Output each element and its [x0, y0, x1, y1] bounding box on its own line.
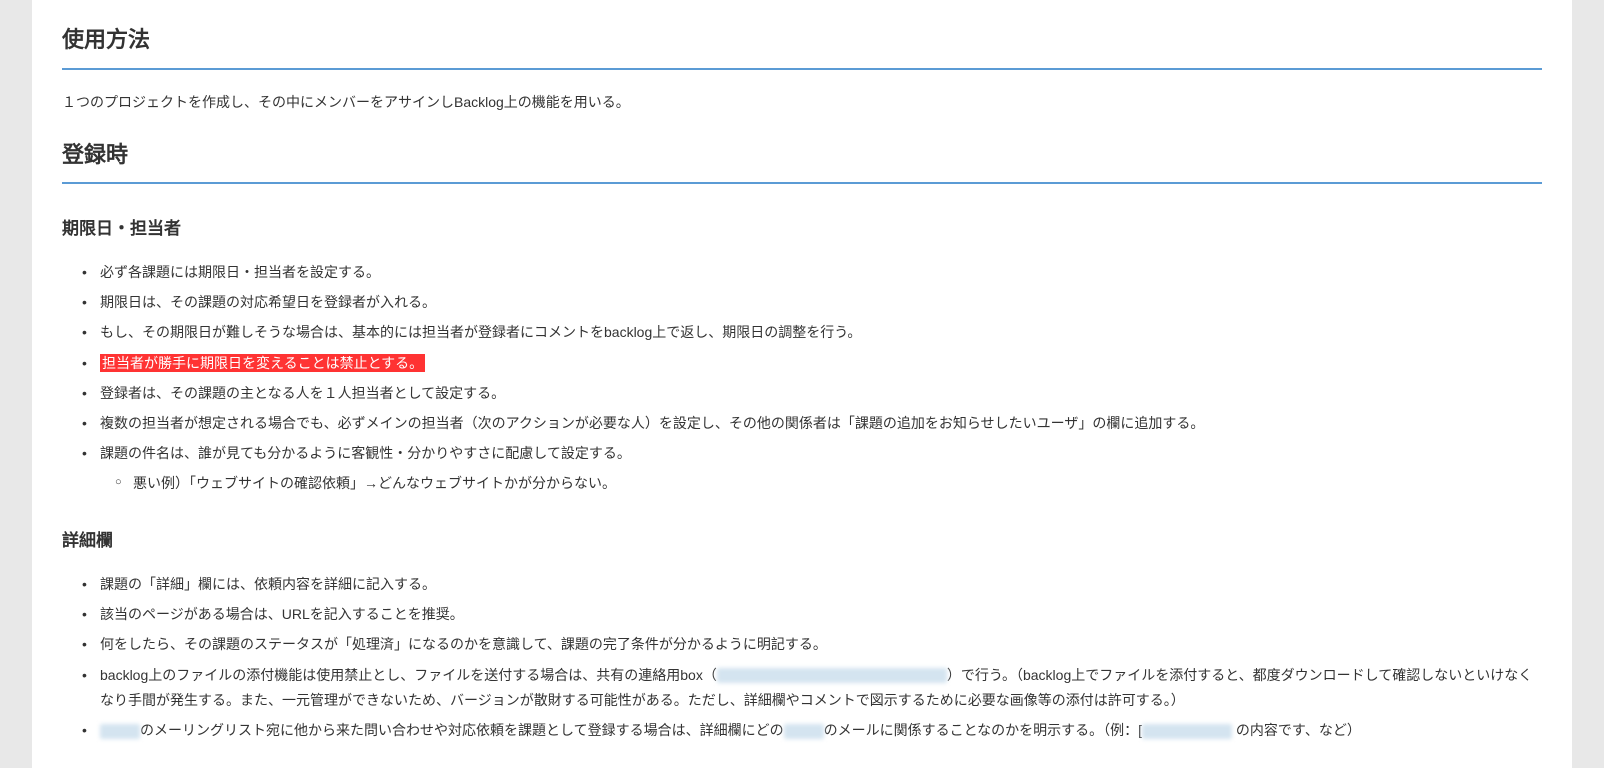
nested-list: 悪い例）「ウェブサイトの確認依頼」→どんなウェブサイトかが分からない。 — [115, 471, 1542, 496]
list-item: 該当のページがある場合は、URLを記入することを推奨。 — [82, 602, 1542, 627]
list-item: 期限日は、その課題の対応希望日を登録者が入れる。 — [82, 290, 1542, 315]
list-item: backlog上のファイルの添付機能は使用禁止とし、ファイルを送付する場合は、共… — [82, 663, 1542, 713]
section-heading-usage: 使用方法 — [62, 20, 1542, 70]
list-item-text: 課題の件名は、誰が見ても分かるように客観性・分かりやすさに配慮して設定する。 — [100, 445, 631, 461]
list-item: もし、その期限日が難しそうな場合は、基本的には担当者が登録者にコメントをback… — [82, 320, 1542, 345]
list-item: 課題の「詳細」欄には、依頼内容を詳細に記入する。 — [82, 572, 1542, 597]
list-item-text-part3: の内容です、など） — [1232, 722, 1361, 738]
list-item-text-part1: backlog上のファイルの添付機能は使用禁止とし、ファイルを送付する場合は、共… — [100, 667, 717, 683]
list-detail-field: 課題の「詳細」欄には、依頼内容を詳細に記入する。 該当のページがある場合は、UR… — [82, 572, 1542, 743]
list-item-text-part1: のメーリングリスト宛に他から来た問い合わせや対応依頼を課題として登録する場合は、… — [140, 722, 784, 738]
highlighted-text: 担当者が勝手に期限日を変えることは禁止とする。 — [100, 354, 425, 372]
list-item: 登録者は、その課題の主となる人を１人担当者として設定する。 — [82, 381, 1542, 406]
redacted-text: xxx — [784, 724, 824, 739]
redacted-text: xxx — [100, 724, 140, 739]
list-item: 必ず各課題には期限日・担当者を設定する。 — [82, 260, 1542, 285]
list-item: 複数の担当者が想定される場合でも、必ずメインの担当者（次のアクションが必要な人）… — [82, 411, 1542, 436]
list-item: xxxのメーリングリスト宛に他から来た問い合わせや対応依頼を課題として登録する場… — [82, 718, 1542, 743]
subheading-deadline-assignee: 期限日・担当者 — [62, 214, 1542, 245]
nested-list-item: 悪い例）「ウェブサイトの確認依頼」→どんなウェブサイトかが分からない。 — [115, 471, 1542, 496]
subheading-detail-field: 詳細欄 — [62, 526, 1542, 557]
redacted-text: xxxxx — [717, 668, 947, 683]
list-item: 課題の件名は、誰が見ても分かるように客観性・分かりやすさに配慮して設定する。 悪… — [82, 441, 1542, 496]
usage-paragraph: １つのプロジェクトを作成し、その中にメンバーをアサインしBacklog上の機能を… — [62, 90, 1542, 115]
list-item-text-part2: のメールに関係することなのかを明示する。（例：[ — [824, 722, 1142, 738]
section-heading-registration: 登録時 — [62, 135, 1542, 185]
list-item: 何をしたら、その課題のステータスが「処理済」になるのかを意識して、課題の完了条件… — [82, 632, 1542, 657]
list-deadline-assignee: 必ず各課題には期限日・担当者を設定する。 期限日は、その課題の対応希望日を登録者… — [82, 260, 1542, 497]
redacted-text: xxxxx — [1142, 724, 1232, 739]
list-item: 担当者が勝手に期限日を変えることは禁止とする。 — [82, 351, 1542, 376]
document-container: 使用方法 １つのプロジェクトを作成し、その中にメンバーをアサインしBacklog… — [32, 0, 1572, 768]
